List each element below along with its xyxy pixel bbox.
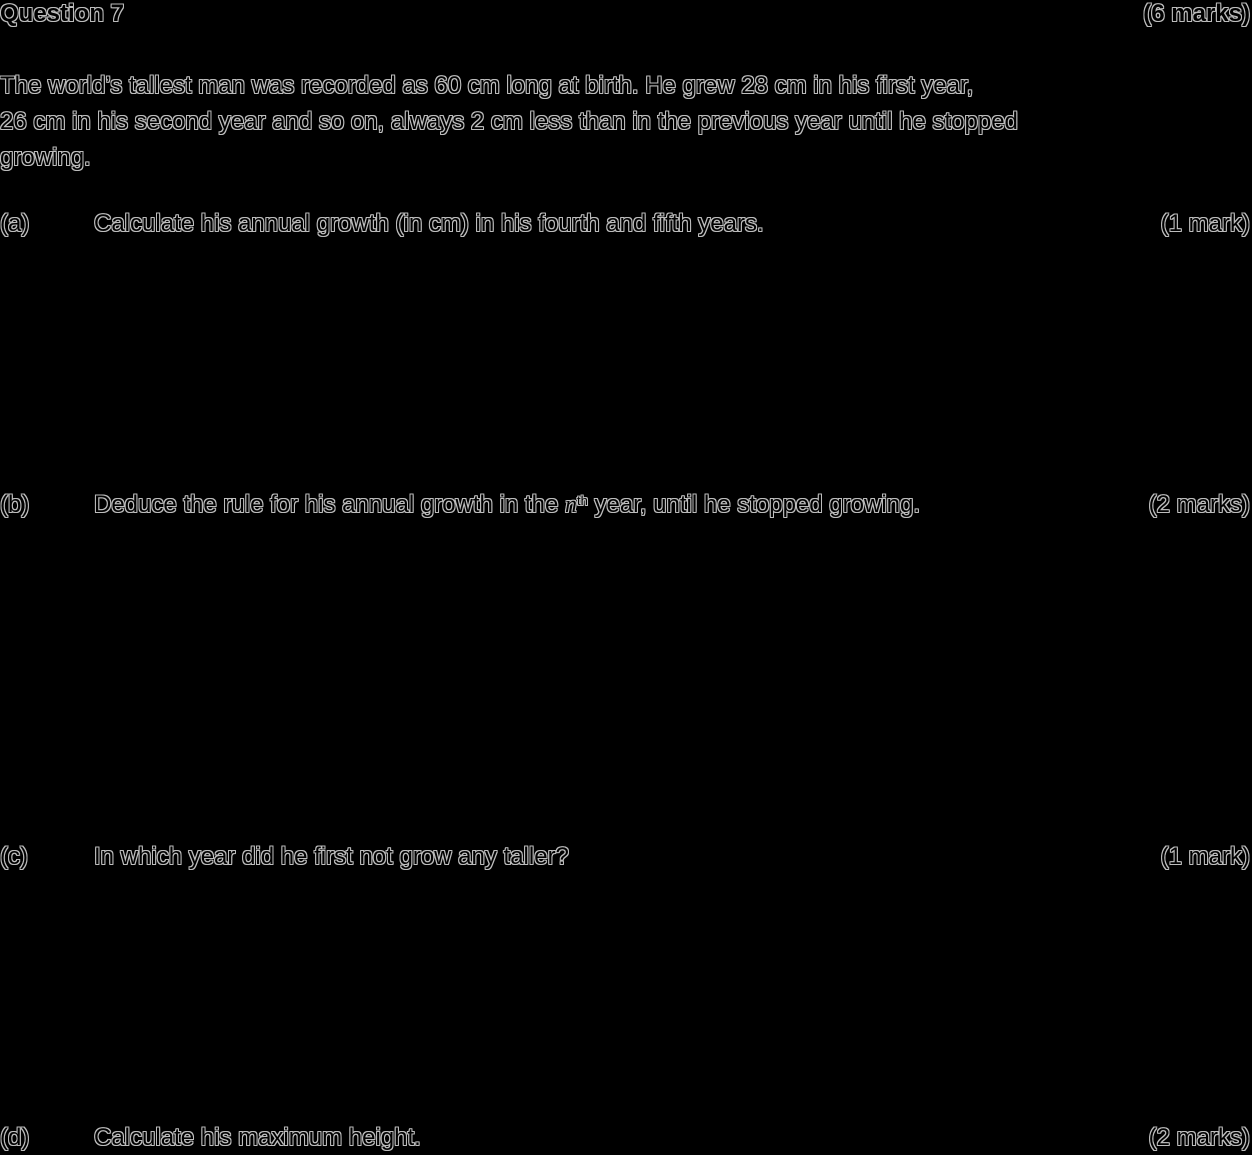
part-a-label: (a) (0, 210, 30, 237)
part-b-text-before: Deduce the rule for his annual growth in… (94, 491, 565, 518)
part-d-marks: (2 marks) (1148, 1124, 1250, 1151)
th-superscript: th (576, 493, 588, 508)
stem-line-3: growing. (0, 144, 91, 171)
part-a-text: Calculate his annual growth (in cm) in h… (94, 210, 764, 237)
part-d-text: Calculate his maximum height. (94, 1124, 421, 1151)
question-title: Question 7 (0, 0, 125, 27)
part-a-marks: (1 mark) (1160, 210, 1250, 237)
stem-line-2: 26 cm in his second year and so on, alwa… (0, 108, 1018, 135)
part-b-label: (b) (0, 491, 30, 518)
exam-page: { "question": { "title": "Question 7", "… (0, 0, 1252, 1155)
n-symbol: n (564, 492, 577, 518)
part-b-marks: (2 marks) (1148, 491, 1250, 518)
part-b-text-after: year, until he stopped growing. (587, 491, 921, 518)
question-stem: The world’s tallest man was recorded as … (0, 68, 1250, 176)
question-total-marks: (6 marks) (1143, 0, 1250, 27)
part-d-label: (d) (0, 1124, 30, 1151)
part-c-label: (c) (0, 843, 28, 870)
part-c-text: In which year did he first not grow any … (94, 843, 569, 870)
stem-line-1: The world’s tallest man was recorded as … (0, 72, 974, 99)
part-b-text: Deduce the rule for his annual growth in… (94, 491, 920, 519)
part-c-marks: (1 mark) (1160, 843, 1250, 870)
